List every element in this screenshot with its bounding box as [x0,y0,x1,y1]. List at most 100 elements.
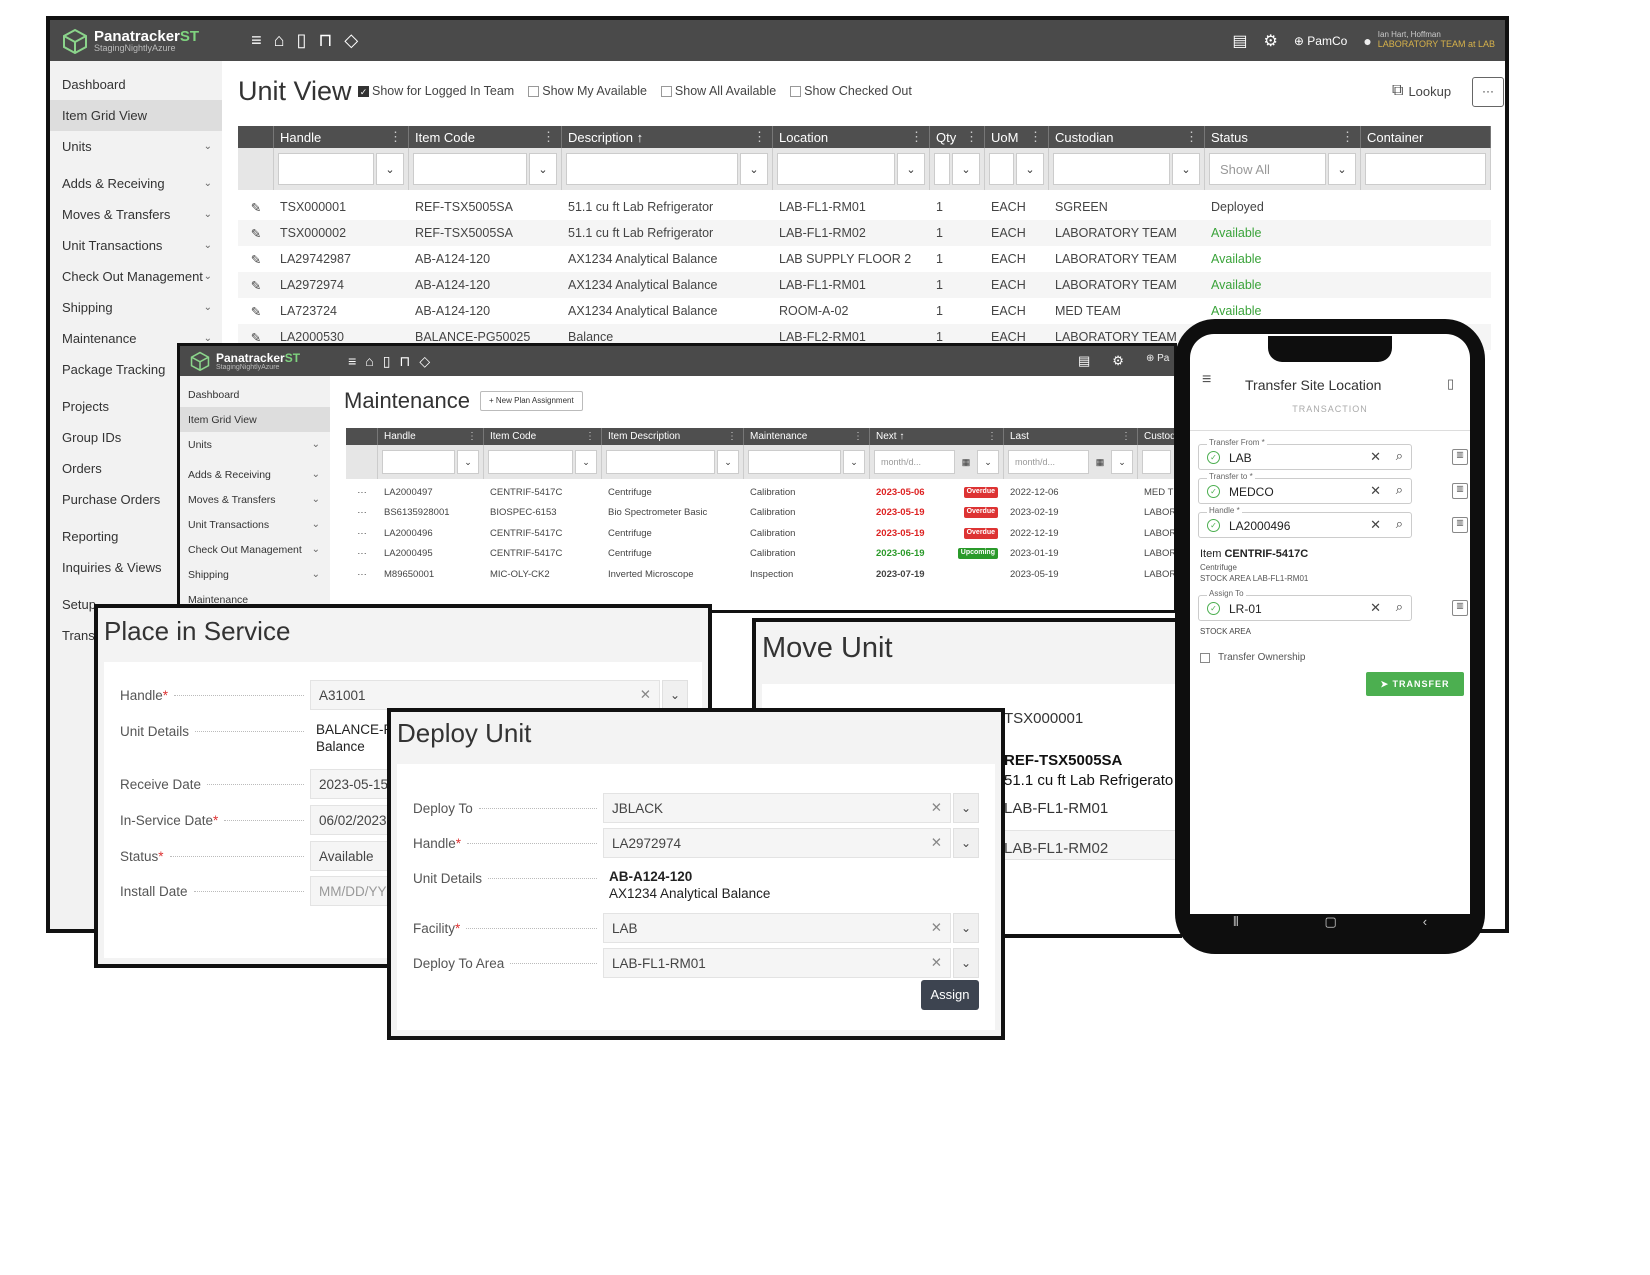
sidebar-item[interactable]: Dashboard [50,69,222,100]
filter-input[interactable] [413,153,527,185]
column-header[interactable]: Custodian ⋮ [1049,126,1205,148]
row-menu-icon[interactable]: ··· [346,548,378,559]
back-icon[interactable]: ‹ [1423,914,1427,932]
clear-icon[interactable]: ✕ [931,955,942,971]
search-icon[interactable]: ⌕ [1396,516,1403,532]
dropdown-button[interactable]: ⌄ [953,828,979,858]
table-row[interactable]: ··· BS6135928001 BIOSPEC-6153 Bio Spectrome… [346,503,1174,523]
clear-icon[interactable]: ✕ [931,800,942,816]
transfer-ownership-checkbox[interactable]: Transfer Ownership [1200,652,1305,663]
filter-input[interactable] [382,450,455,474]
filter-dropdown-button[interactable]: ⌄ [717,450,739,474]
table-row[interactable]: ··· LA2000496 CENTRIF-5417C Centrifuge Calib… [346,523,1174,543]
sidebar-item[interactable]: Adds & Receiving ⌄ [50,168,222,199]
column-header[interactable]: Location ⋮ [773,126,930,148]
filter-input[interactable] [488,450,573,474]
handle-field[interactable]: Handle * ✓ LA2000496 ✕ ⌕ [1198,506,1412,538]
filter-dropdown-button[interactable]: ⌄ [529,153,557,185]
column-menu-icon[interactable]: ⋮ [389,129,402,145]
lock-icon[interactable]: ⊓ [399,353,410,370]
sidebar-item[interactable]: Moves & Transfers ⌄ [180,487,330,512]
dropdown-button[interactable]: ⌄ [662,680,688,710]
checkbox-all-available[interactable]: Show All Available [660,84,776,98]
org-selector[interactable]: ⊕ PamCo [1294,34,1347,48]
lookup-button[interactable]: ⧉ Lookup [1392,82,1451,100]
dropdown-button[interactable]: ⌄ [953,948,979,978]
column-menu-icon[interactable]: ⋮ [910,129,923,145]
calendar-icon[interactable]: ▦ [957,450,975,474]
app-logo[interactable]: PanatrackerST StagingNightlyAzure [62,28,199,54]
filter-dropdown-button[interactable]: ⌄ [740,153,768,185]
gear-icon[interactable]: ⚙ [1264,31,1278,51]
row-menu-icon[interactable]: ··· [346,487,378,498]
field-input[interactable]: LA2972974 ✕ [603,828,951,858]
filter-dropdown-button[interactable]: ⌄ [376,153,404,185]
filter-input[interactable] [934,153,950,185]
column-header[interactable]: Qty ⋮ [930,126,985,148]
table-row[interactable]: ✎ TSX000001 REF-TSX5005SA 51.1 cu ft Lab Re… [238,194,1491,220]
transfer-button[interactable]: ➤ TRANSFER [1366,672,1464,696]
column-menu-icon[interactable]: ⋮ [965,129,978,145]
column-header[interactable]: Handle ⋮ [378,428,484,445]
filter-input[interactable] [606,450,715,474]
field-input[interactable]: JBLACK ✕ [603,793,951,823]
sidebar-item[interactable]: Unit Transactions ⌄ [180,512,330,537]
tag-icon[interactable]: ◇ [344,30,358,51]
barcode-scan-icon[interactable]: ▥ [1452,449,1468,465]
sidebar-item[interactable]: Moves & Transfers ⌄ [50,199,222,230]
clear-icon[interactable]: ✕ [1370,449,1381,465]
column-header[interactable]: Maintenance ⋮ [744,428,870,445]
row-menu-icon[interactable]: ··· [346,507,378,518]
sidebar-item[interactable]: Item Grid View [50,100,222,131]
column-menu-icon[interactable]: ⋮ [1341,129,1354,145]
filter-input[interactable] [1053,153,1170,185]
column-header[interactable]: Item Description ⋮ [602,428,744,445]
filter-dropdown-button[interactable]: ⌄ [977,450,999,474]
column-menu-icon[interactable]: ⋮ [1185,129,1198,145]
filter-dropdown-button[interactable]: ⌄ [1111,450,1133,474]
filter-input[interactable]: month/d... [1008,450,1089,474]
column-menu-icon[interactable]: ⋮ [853,431,863,442]
column-menu-icon[interactable]: ⋮ [467,431,477,442]
sidebar-item[interactable]: Unit Transactions ⌄ [50,230,222,261]
clear-icon[interactable]: ✕ [931,920,942,936]
user-menu[interactable]: ● Ian Hart, Hoffman LABORATORY TEAM at L… [1363,30,1495,50]
column-menu-icon[interactable]: ⋮ [727,431,737,442]
filter-dropdown-button[interactable]: ⌄ [843,450,865,474]
row-menu-icon[interactable]: ··· [346,528,378,539]
clipboard-icon[interactable]: ▤ [1232,31,1247,51]
sidebar-item[interactable]: Check Out Management ⌄ [50,261,222,292]
home-icon[interactable]: ⌂ [365,353,373,370]
edit-pencil-icon[interactable]: ✎ [238,278,274,293]
filter-input[interactable] [1365,153,1486,185]
filter-input[interactable] [989,153,1014,185]
filter-input[interactable]: Show All [1209,153,1326,185]
barcode-scan-icon[interactable]: ▥ [1452,600,1468,616]
sidebar-item[interactable]: Dashboard [180,382,330,407]
filter-dropdown-button[interactable]: ⌄ [457,450,479,474]
clear-icon[interactable]: ✕ [1370,517,1381,533]
sidebar-item[interactable]: Shipping ⌄ [50,292,222,323]
menu-icon[interactable]: ≡ [251,30,262,51]
column-header[interactable]: Handle ⋮ [274,126,409,148]
search-icon[interactable]: ⌕ [1396,599,1403,615]
sidebar-item[interactable]: Item Grid View [180,407,330,432]
field-input[interactable]: LAB ✕ [603,913,951,943]
app-logo[interactable]: PanatrackerST StagingNightlyAzure [190,351,300,371]
table-row[interactable]: ··· LA2000495 CENTRIF-5417C Centrifuge Calib… [346,544,1174,564]
filter-input[interactable]: month/d... [874,450,955,474]
clear-icon[interactable]: ✕ [931,835,942,851]
edit-pencil-icon[interactable]: ✎ [238,304,274,319]
column-header[interactable]: Description ↑ ⋮ [562,126,773,148]
edit-pencil-icon[interactable]: ✎ [238,252,274,267]
checkbox-logged-in-team[interactable]: ✓ Show for Logged In Team [358,84,514,98]
dropdown-button[interactable]: ⌄ [953,913,979,943]
column-menu-icon[interactable]: ⋮ [753,129,766,145]
column-menu-icon[interactable]: ⋮ [987,431,997,442]
edit-pencil-icon[interactable]: ✎ [238,226,274,241]
filter-dropdown-button[interactable]: ⌄ [1172,153,1200,185]
dropdown-button[interactable]: ⌄ [953,793,979,823]
panel-icon[interactable]: ▯ [296,30,306,51]
filter-dropdown-button[interactable]: ⌄ [1328,153,1356,185]
row-menu-icon[interactable]: ··· [346,569,378,580]
